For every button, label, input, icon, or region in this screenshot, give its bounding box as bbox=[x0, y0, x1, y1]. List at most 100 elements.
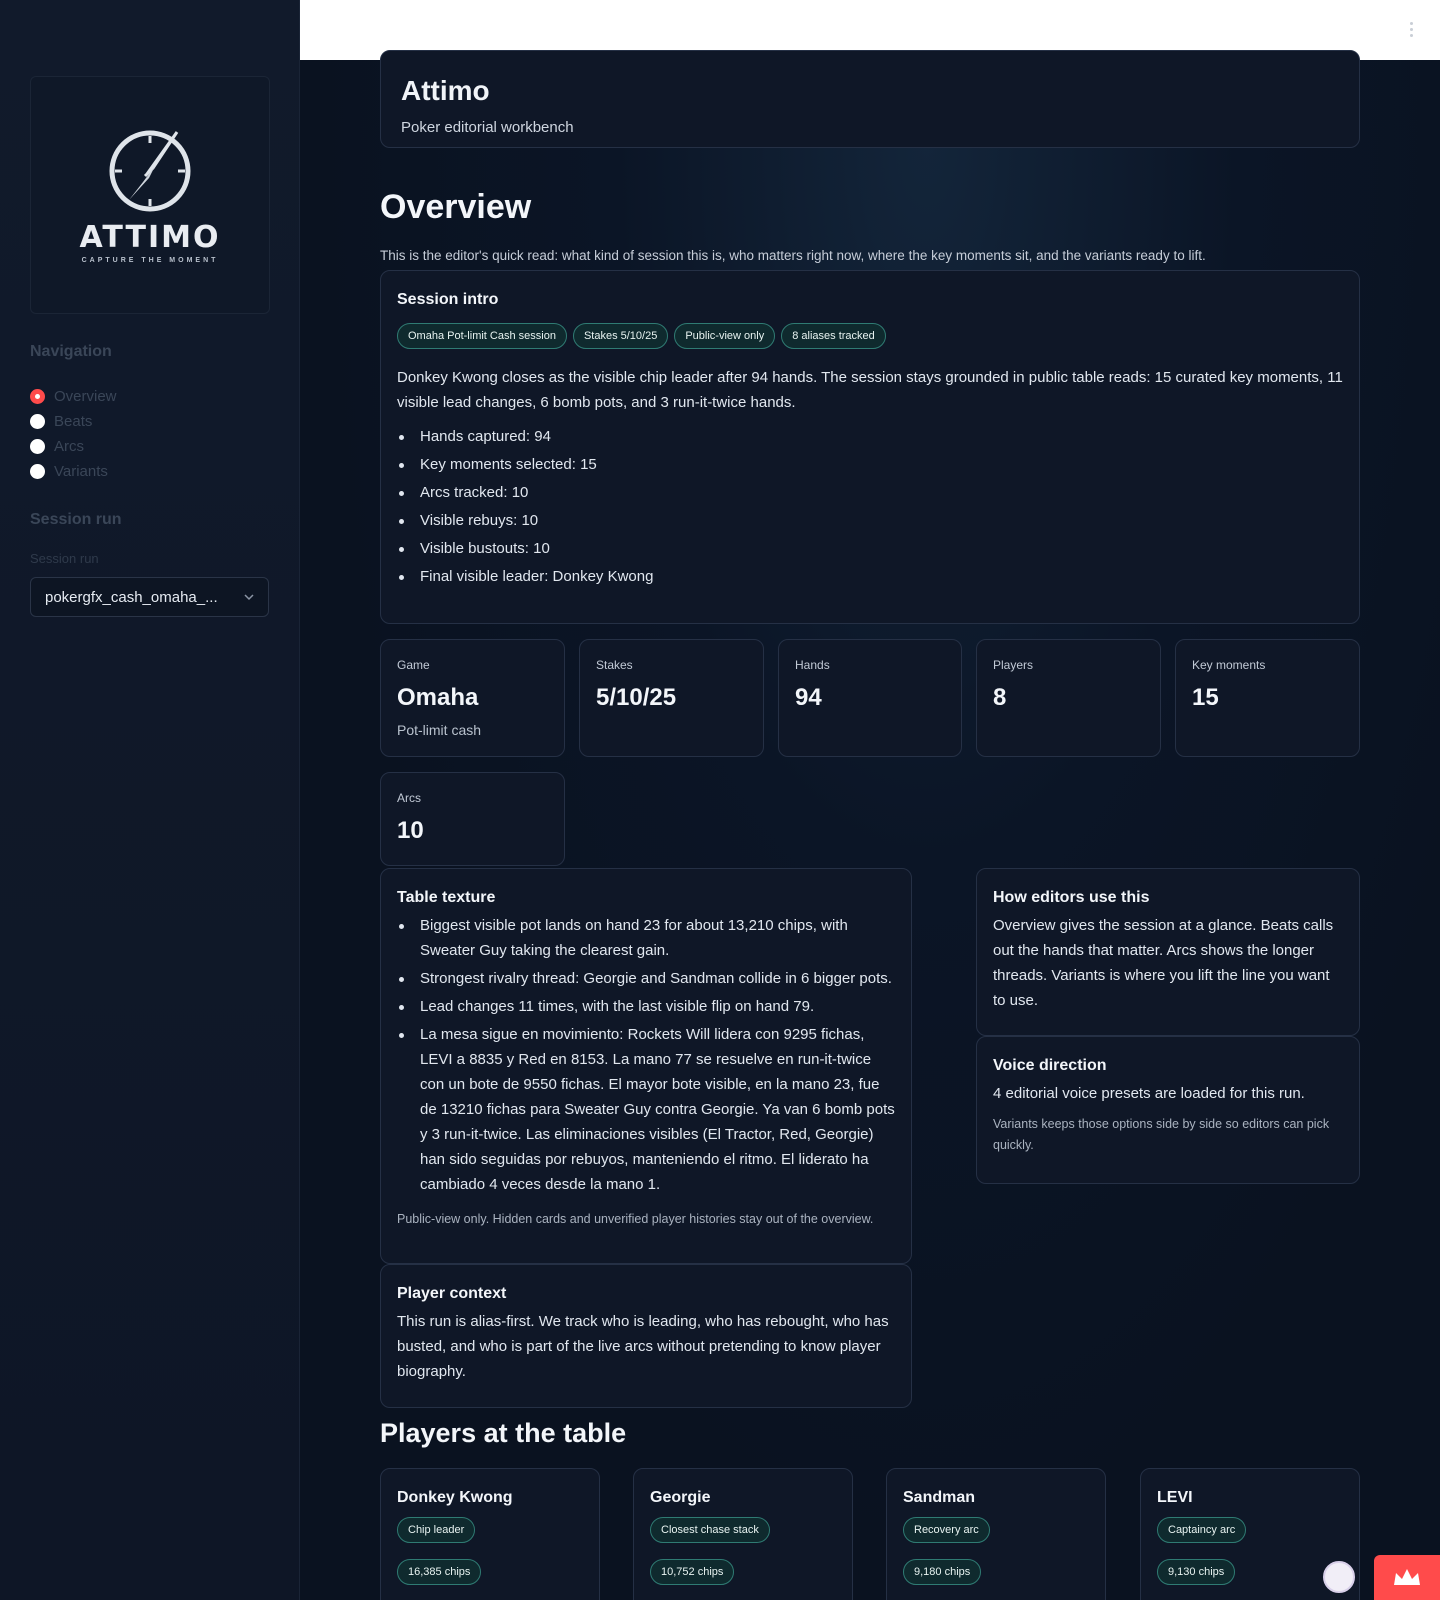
list-item: Visible bustouts: 10 bbox=[397, 536, 1343, 561]
voice-direction-card: Voice direction 4 editorial voice preset… bbox=[976, 1036, 1360, 1184]
players-section-title: Players at the table bbox=[380, 1418, 627, 1448]
chips-pill: 9,130 chips bbox=[1157, 1559, 1236, 1585]
player-context-card: Player context This run is alias-first. … bbox=[380, 1264, 912, 1408]
brand-logo: ATTIMO CAPTURE THE MOMENT bbox=[30, 76, 270, 314]
app-title: Attimo bbox=[401, 75, 490, 106]
select-value: pokergfx_cash_omaha_... bbox=[45, 588, 218, 606]
card-title: How editors use this bbox=[993, 889, 1150, 906]
logo-tagline: CAPTURE THE MOMENT bbox=[81, 257, 219, 264]
metric-value: Omaha bbox=[397, 684, 479, 711]
pill-row: Omaha Pot-limit Cash session Stakes 5/10/… bbox=[397, 323, 1343, 349]
radio-icon bbox=[30, 464, 45, 479]
list-item: Lead changes 11 times, with the last vis… bbox=[397, 994, 895, 1019]
voice-note: Variants keeps those options side by sid… bbox=[993, 1117, 1330, 1152]
crown-icon bbox=[1394, 1569, 1420, 1585]
nav-item-label: Overview bbox=[54, 388, 117, 405]
list-item: Strongest rivalry thread: Georgie and Sa… bbox=[397, 966, 895, 991]
chips-pill: 16,385 chips bbox=[397, 1559, 482, 1585]
tag-pill: 8 aliases tracked bbox=[781, 323, 886, 349]
role-pill: Captaincy arc bbox=[1157, 1517, 1247, 1543]
chips-pill: 10,752 chips bbox=[650, 1559, 735, 1585]
metric-card-players: Players 8 bbox=[976, 639, 1161, 757]
radio-icon bbox=[30, 439, 45, 454]
how-editors-card: How editors use this Overview gives the … bbox=[976, 868, 1360, 1036]
metric-card-stakes: Stakes 5/10/25 bbox=[579, 639, 764, 757]
role-pill: Closest chase stack bbox=[650, 1517, 770, 1543]
player-name: Georgie bbox=[650, 1489, 711, 1506]
nav-item-label: Variants bbox=[54, 463, 108, 480]
metric-label: Key moments bbox=[1192, 658, 1266, 672]
page-title: Overview bbox=[380, 188, 532, 226]
player-card: Donkey Kwong Chip leader 16,385 chips bbox=[380, 1468, 600, 1600]
nav-item-label: Arcs bbox=[54, 438, 84, 455]
list-item: Key moments selected: 15 bbox=[397, 452, 1343, 477]
metric-card-key-moments: Key moments 15 bbox=[1175, 639, 1360, 757]
nav-item-overview[interactable]: Overview bbox=[30, 384, 117, 409]
player-name: LEVI bbox=[1157, 1489, 1193, 1506]
player-card: Georgie Closest chase stack 10,752 chips bbox=[633, 1468, 853, 1600]
role-pill: Chip leader bbox=[397, 1517, 476, 1543]
nav-radio-group: Overview Beats Arcs Variants bbox=[30, 384, 117, 484]
list-item: Final visible leader: Donkey Kwong bbox=[397, 564, 1343, 589]
metric-value: 8 bbox=[993, 684, 1007, 711]
app-subtitle: Poker editorial workbench bbox=[401, 119, 574, 136]
voice-text: 4 editorial voice presets are loaded for… bbox=[993, 1085, 1305, 1102]
nav-item-variants[interactable]: Variants bbox=[30, 459, 117, 484]
metric-card-arcs: Arcs 10 bbox=[380, 772, 565, 866]
texture-list: Biggest visible pot lands on hand 23 for… bbox=[397, 913, 895, 1197]
player-context-text: This run is alias-first. We track who is… bbox=[397, 1313, 889, 1380]
table-texture-card: Table texture Biggest visible pot lands … bbox=[380, 868, 912, 1264]
metric-label: Arcs bbox=[397, 791, 421, 805]
texture-note: Public-view only. Hidden cards and unver… bbox=[397, 1212, 874, 1226]
main-content: Attimo Poker editorial workbench Overvie… bbox=[300, 50, 1440, 1600]
metric-label: Players bbox=[993, 658, 1034, 672]
list-item: Biggest visible pot lands on hand 23 for… bbox=[397, 913, 895, 963]
tag-pill: Omaha Pot-limit Cash session bbox=[397, 323, 567, 349]
compass-icon bbox=[109, 130, 191, 212]
nav-item-beats[interactable]: Beats bbox=[30, 409, 117, 434]
metric-sub: Pot-limit cash bbox=[397, 722, 482, 738]
metric-value: 5/10/25 bbox=[596, 684, 677, 711]
metric-label: Stakes bbox=[596, 658, 633, 672]
list-item: Hands captured: 94 bbox=[397, 424, 1343, 449]
hero-card: Attimo Poker editorial workbench bbox=[380, 50, 1360, 148]
card-title: Player context bbox=[397, 1285, 507, 1302]
list-item: Arcs tracked: 10 bbox=[397, 480, 1343, 505]
user-avatar[interactable] bbox=[1323, 1561, 1355, 1593]
player-card: Sandman Recovery arc 9,180 chips bbox=[886, 1468, 1106, 1600]
list-item: La mesa sigue en movimiento: Rockets Wil… bbox=[397, 1022, 895, 1197]
metric-card-hands: Hands 94 bbox=[778, 639, 962, 757]
chips-pill: 9,180 chips bbox=[903, 1559, 982, 1585]
how-editors-text: Overview gives the session at a glance. … bbox=[993, 917, 1334, 1009]
metric-label: Game bbox=[397, 658, 430, 672]
metric-value: 15 bbox=[1192, 684, 1219, 711]
chevron-down-icon bbox=[244, 594, 254, 601]
logo-wordmark: ATTIMO bbox=[79, 220, 221, 255]
metric-card-game: Game Omaha Pot-limit cash bbox=[380, 639, 565, 757]
nav-item-arcs[interactable]: Arcs bbox=[30, 434, 117, 459]
player-name: Sandman bbox=[903, 1489, 976, 1506]
session-stats-list: Hands captured: 94 Key moments selected:… bbox=[397, 424, 1343, 589]
card-title: Session intro bbox=[397, 291, 499, 308]
radio-selected-icon bbox=[30, 389, 45, 404]
streamlit-badge-button[interactable] bbox=[1374, 1555, 1440, 1600]
radio-icon bbox=[30, 414, 45, 429]
session-summary: Donkey Kwong closes as the visible chip … bbox=[397, 369, 1343, 411]
role-pill: Recovery arc bbox=[903, 1517, 990, 1543]
metric-value: 94 bbox=[795, 684, 822, 711]
session-run-select[interactable]: pokergfx_cash_omaha_... bbox=[30, 577, 269, 617]
nav-item-label: Beats bbox=[54, 413, 93, 430]
metric-label: Hands bbox=[795, 658, 830, 672]
card-title: Table texture bbox=[397, 889, 496, 906]
tag-pill: Public-view only bbox=[674, 323, 776, 349]
page-lead: This is the editor's quick read: what ki… bbox=[380, 248, 1206, 263]
nav-heading: Navigation bbox=[30, 343, 112, 360]
tag-pill: Stakes 5/10/25 bbox=[572, 323, 669, 349]
list-item: Visible rebuys: 10 bbox=[397, 508, 1343, 533]
more-menu-icon[interactable] bbox=[1410, 22, 1414, 38]
session-heading: Session run bbox=[30, 511, 122, 528]
metric-value: 10 bbox=[397, 817, 424, 844]
player-name: Donkey Kwong bbox=[397, 1489, 513, 1506]
card-title: Voice direction bbox=[993, 1057, 1107, 1074]
sidebar: ATTIMO CAPTURE THE MOMENT Navigation Ove… bbox=[0, 0, 300, 1600]
